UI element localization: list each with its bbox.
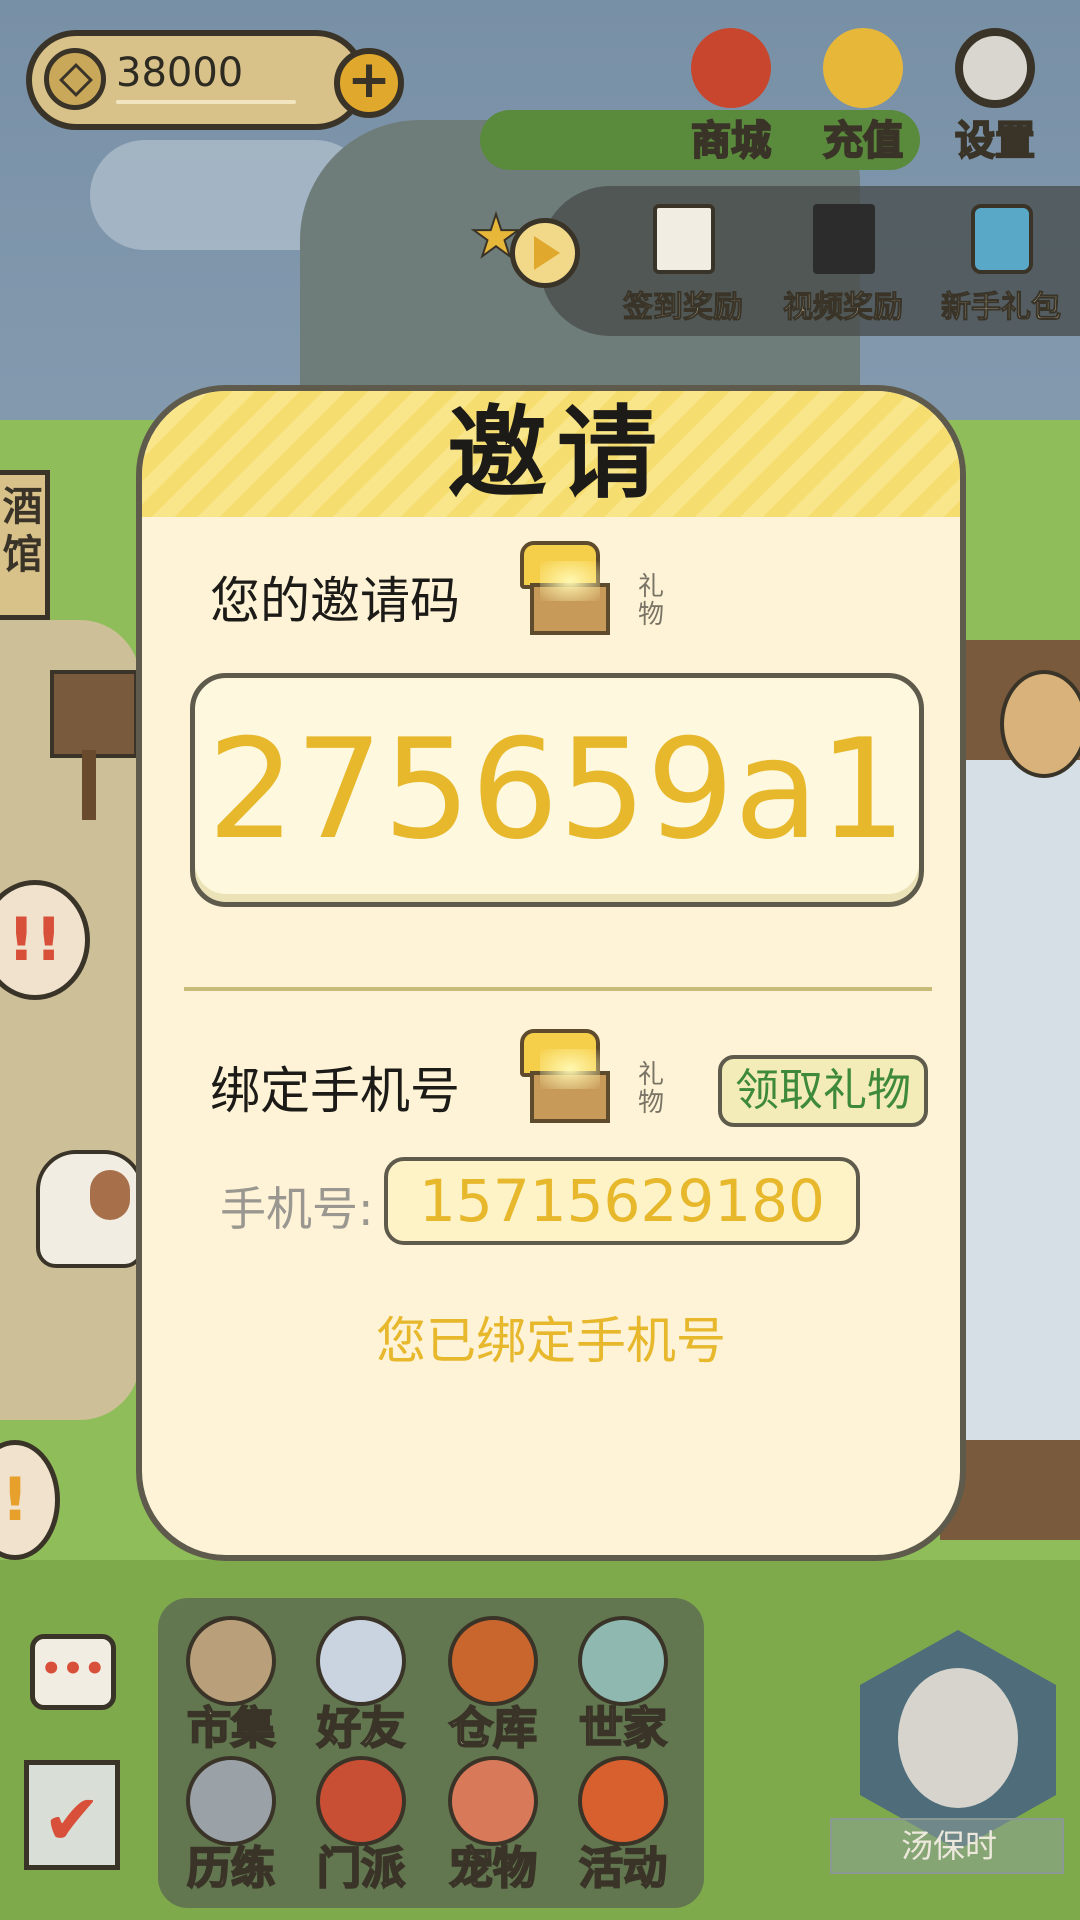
claim-gift-button[interactable]: 领取礼物 — [718, 1055, 928, 1127]
video-reward-label: 视频奖励 — [783, 290, 904, 326]
friends-label: 好友 — [316, 1702, 406, 1755]
signpost-pole — [82, 750, 96, 820]
market-button[interactable]: 市集 — [168, 1616, 294, 1756]
training-label: 历练 — [186, 1842, 276, 1895]
recharge-label: 充值 — [822, 117, 904, 165]
newbie-pack-label: 新手礼包 — [941, 290, 1062, 326]
gift-chest-icon — [510, 1029, 620, 1125]
family-label: 世家 — [578, 1702, 668, 1755]
gift-chest-icon — [510, 541, 620, 637]
log-end — [1000, 670, 1080, 778]
shop-bag-icon — [691, 28, 771, 108]
invite-dialog: 邀请 您的邀请码 礼物 275659a1 绑定手机号 礼物 领取礼物 手机号: … — [136, 385, 966, 1561]
house-wall — [960, 760, 1080, 1440]
event-button[interactable]: 活动 — [560, 1756, 686, 1896]
play-arrow-icon — [534, 236, 560, 270]
settings-button[interactable]: 设置 — [940, 28, 1050, 165]
storage-label: 仓库 — [448, 1702, 538, 1755]
pet-label: 宠物 — [448, 1842, 538, 1895]
clapperboard-icon — [813, 204, 875, 274]
gift-tag: 礼物 — [638, 1060, 665, 1118]
phone-number-field[interactable]: 15715629180 — [384, 1157, 860, 1245]
tavern-sign-button[interactable]: 酒馆 — [0, 470, 50, 620]
treasure-chest-icon — [971, 204, 1033, 274]
signpost-board — [50, 670, 138, 758]
add-coins-button[interactable]: + — [334, 48, 404, 118]
dog-spot — [90, 1170, 130, 1220]
phone-bound-message: 您已绑定手机号 — [376, 1312, 726, 1370]
shop-button[interactable]: 商城 — [676, 28, 786, 165]
training-button[interactable]: 历练 — [168, 1756, 294, 1896]
dialog-title: 邀请 — [447, 395, 667, 512]
divider — [184, 987, 932, 991]
signin-reward-button[interactable]: 签到奖励 — [608, 196, 758, 336]
market-label: 市集 — [186, 1702, 276, 1755]
coin-balance: 38000 — [116, 50, 244, 96]
signin-reward-label: 签到奖励 — [623, 290, 744, 326]
phone-number-value: 15715629180 — [419, 1167, 825, 1235]
invite-code-label: 您的邀请码 — [210, 572, 460, 630]
bind-phone-label: 绑定手机号 — [210, 1062, 460, 1120]
sect-button[interactable]: 门派 — [298, 1756, 424, 1896]
gear-icon — [955, 28, 1035, 108]
avatar — [898, 1668, 1018, 1808]
phone-field-label: 手机号: — [220, 1182, 374, 1236]
player-name-box: 汤保时 — [830, 1818, 1064, 1874]
gold-ingot-icon — [823, 28, 903, 108]
sect-label: 门派 — [316, 1842, 406, 1895]
newbie-pack-button[interactable]: 新手礼包 — [926, 196, 1076, 336]
gift-tag: 礼物 — [638, 572, 665, 630]
task-button[interactable]: ✔ — [24, 1760, 120, 1870]
event-label: 活动 — [578, 1842, 668, 1895]
friends-button[interactable]: 好友 — [298, 1616, 424, 1756]
calendar-icon — [653, 204, 715, 274]
chat-button[interactable]: ••• — [30, 1634, 116, 1710]
video-reward-button[interactable]: 视频奖励 — [768, 196, 918, 336]
shop-label: 商城 — [690, 117, 772, 165]
coin-underline — [116, 100, 296, 104]
recharge-button[interactable]: 充值 — [808, 28, 918, 165]
invite-code-box[interactable]: 275659a1 — [190, 673, 924, 907]
player-name: 汤保时 — [900, 1827, 997, 1865]
pet-button[interactable]: 宠物 — [430, 1756, 556, 1896]
invite-code: 275659a1 — [207, 709, 907, 870]
storage-button[interactable]: 仓库 — [430, 1616, 556, 1756]
settings-label: 设置 — [954, 117, 1036, 165]
family-button[interactable]: 世家 — [560, 1616, 686, 1756]
